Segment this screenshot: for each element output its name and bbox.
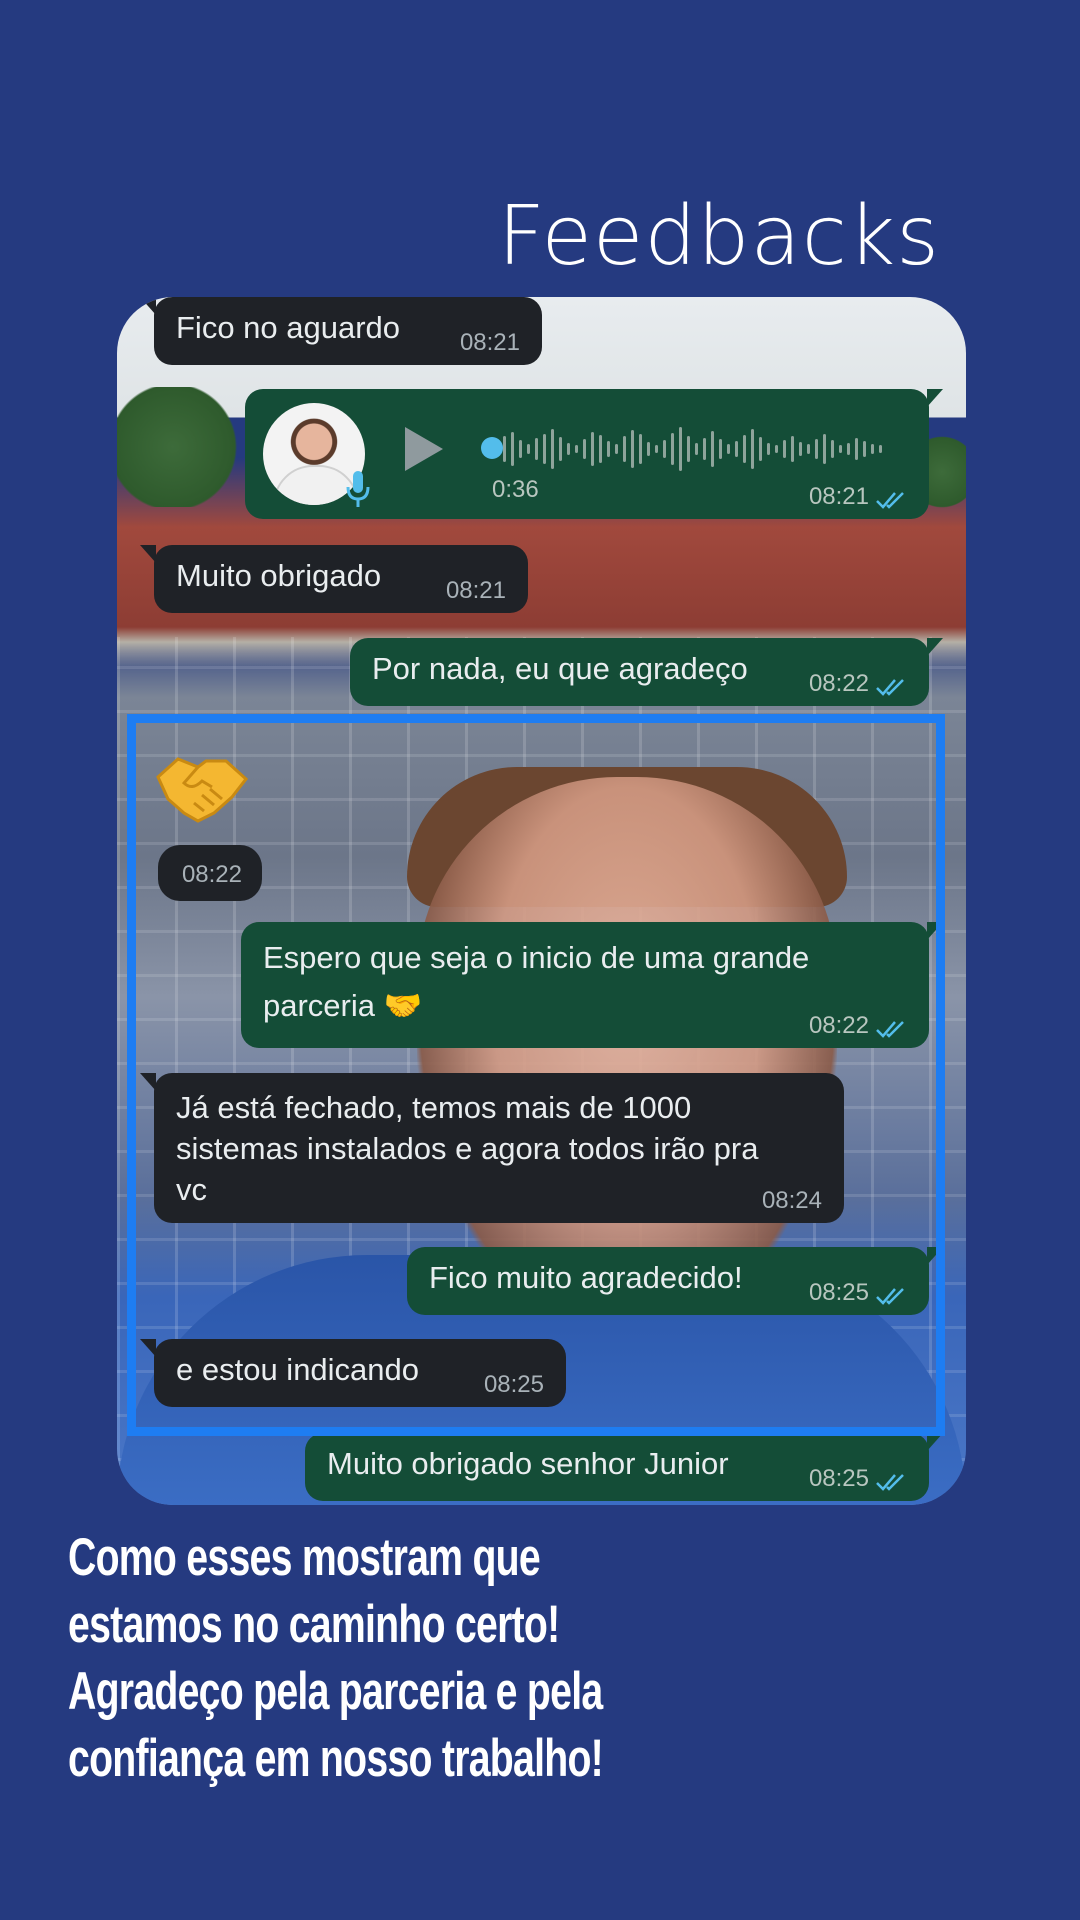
waveform-bar xyxy=(791,436,794,462)
waveform-bar xyxy=(855,438,858,460)
waveform-bar xyxy=(743,435,746,463)
waveform-bar xyxy=(567,443,570,455)
waveform-bar xyxy=(631,430,634,468)
background-tree xyxy=(117,387,257,507)
waveform-bar xyxy=(647,442,650,456)
waveform-bar xyxy=(639,434,642,464)
waveform-bar xyxy=(623,436,626,462)
waveform-bar xyxy=(727,444,730,454)
waveform-bar xyxy=(831,440,834,458)
waveform-bar xyxy=(863,441,866,457)
message-time: 08:25 xyxy=(808,1465,869,1492)
waveform-bar xyxy=(583,439,586,459)
message-text: Por nada, eu que agradeço xyxy=(372,651,748,686)
waveform-bar xyxy=(679,427,682,471)
waveform-bar xyxy=(815,439,818,459)
waveform-bar xyxy=(799,442,802,456)
waveform-bar xyxy=(527,444,530,454)
waveform-bar xyxy=(511,432,514,466)
message-text: Fico no aguardo xyxy=(176,310,401,345)
caption-text: Como esses mostram que estamos no caminh… xyxy=(68,1528,604,1788)
waveform-bar xyxy=(671,433,674,465)
message-outgoing[interactable]: Por nada, eu que agradeço 08:22 xyxy=(350,638,943,706)
waveform-bar xyxy=(823,434,826,464)
message-text: Muito obrigado senhor Junior xyxy=(327,1446,729,1481)
message-audio[interactable]: 0:36 08:21 xyxy=(245,389,943,519)
waveform-bar xyxy=(695,443,698,455)
waveform-bar xyxy=(663,440,666,458)
message-incoming[interactable]: Fico no aguardo 08:21 xyxy=(140,297,542,365)
message-time: 08:21 xyxy=(445,577,506,604)
message-incoming[interactable]: Muito obrigado 08:21 xyxy=(140,545,528,613)
double-check-icon xyxy=(876,492,904,509)
waveform-bar xyxy=(551,429,554,469)
waveform-bar xyxy=(735,441,738,457)
waveform-bar xyxy=(591,432,594,466)
waveform-bar xyxy=(607,441,610,457)
waveform-bar xyxy=(847,443,850,455)
waveform-bar xyxy=(543,434,546,464)
waveform-bar xyxy=(767,443,770,455)
double-check-icon xyxy=(876,1474,904,1491)
waveform-bar xyxy=(807,444,810,454)
waveform-bar xyxy=(599,435,602,463)
message-time: 08:21 xyxy=(808,483,869,510)
waveform-bar xyxy=(655,445,658,453)
audio-waveform[interactable] xyxy=(475,419,895,479)
waveform-bar xyxy=(759,437,762,461)
waveform-bar xyxy=(783,440,786,458)
waveform-bar xyxy=(839,445,842,453)
waveform-bar xyxy=(871,444,874,454)
waveform-bar xyxy=(519,440,522,458)
waveform-bar xyxy=(751,429,754,469)
waveform-bar xyxy=(687,436,690,462)
waveform-bar xyxy=(703,438,706,460)
audio-duration: 0:36 xyxy=(492,476,539,503)
waveform-bar xyxy=(535,438,538,460)
waveform-bar xyxy=(879,445,882,453)
microphone-icon xyxy=(346,471,370,507)
waveform-bar xyxy=(775,445,778,453)
audio-progress-dot[interactable] xyxy=(481,437,503,459)
waveform-bar xyxy=(503,436,506,462)
highlight-frame xyxy=(127,714,945,1436)
double-check-icon xyxy=(876,679,904,696)
waveform-bar xyxy=(575,445,578,453)
play-icon[interactable] xyxy=(405,427,443,471)
message-time: 08:22 xyxy=(808,670,869,697)
page-title: Feedbacks xyxy=(497,189,940,284)
waveform-bar xyxy=(719,439,722,459)
waveform-bar xyxy=(615,444,618,454)
waveform-bar xyxy=(711,431,714,467)
waveform-bar xyxy=(559,437,562,461)
message-text: Muito obrigado xyxy=(176,558,382,593)
message-time: 08:21 xyxy=(459,329,520,356)
message-outgoing[interactable]: Muito obrigado senhor Junior 08:25 xyxy=(305,1433,943,1501)
